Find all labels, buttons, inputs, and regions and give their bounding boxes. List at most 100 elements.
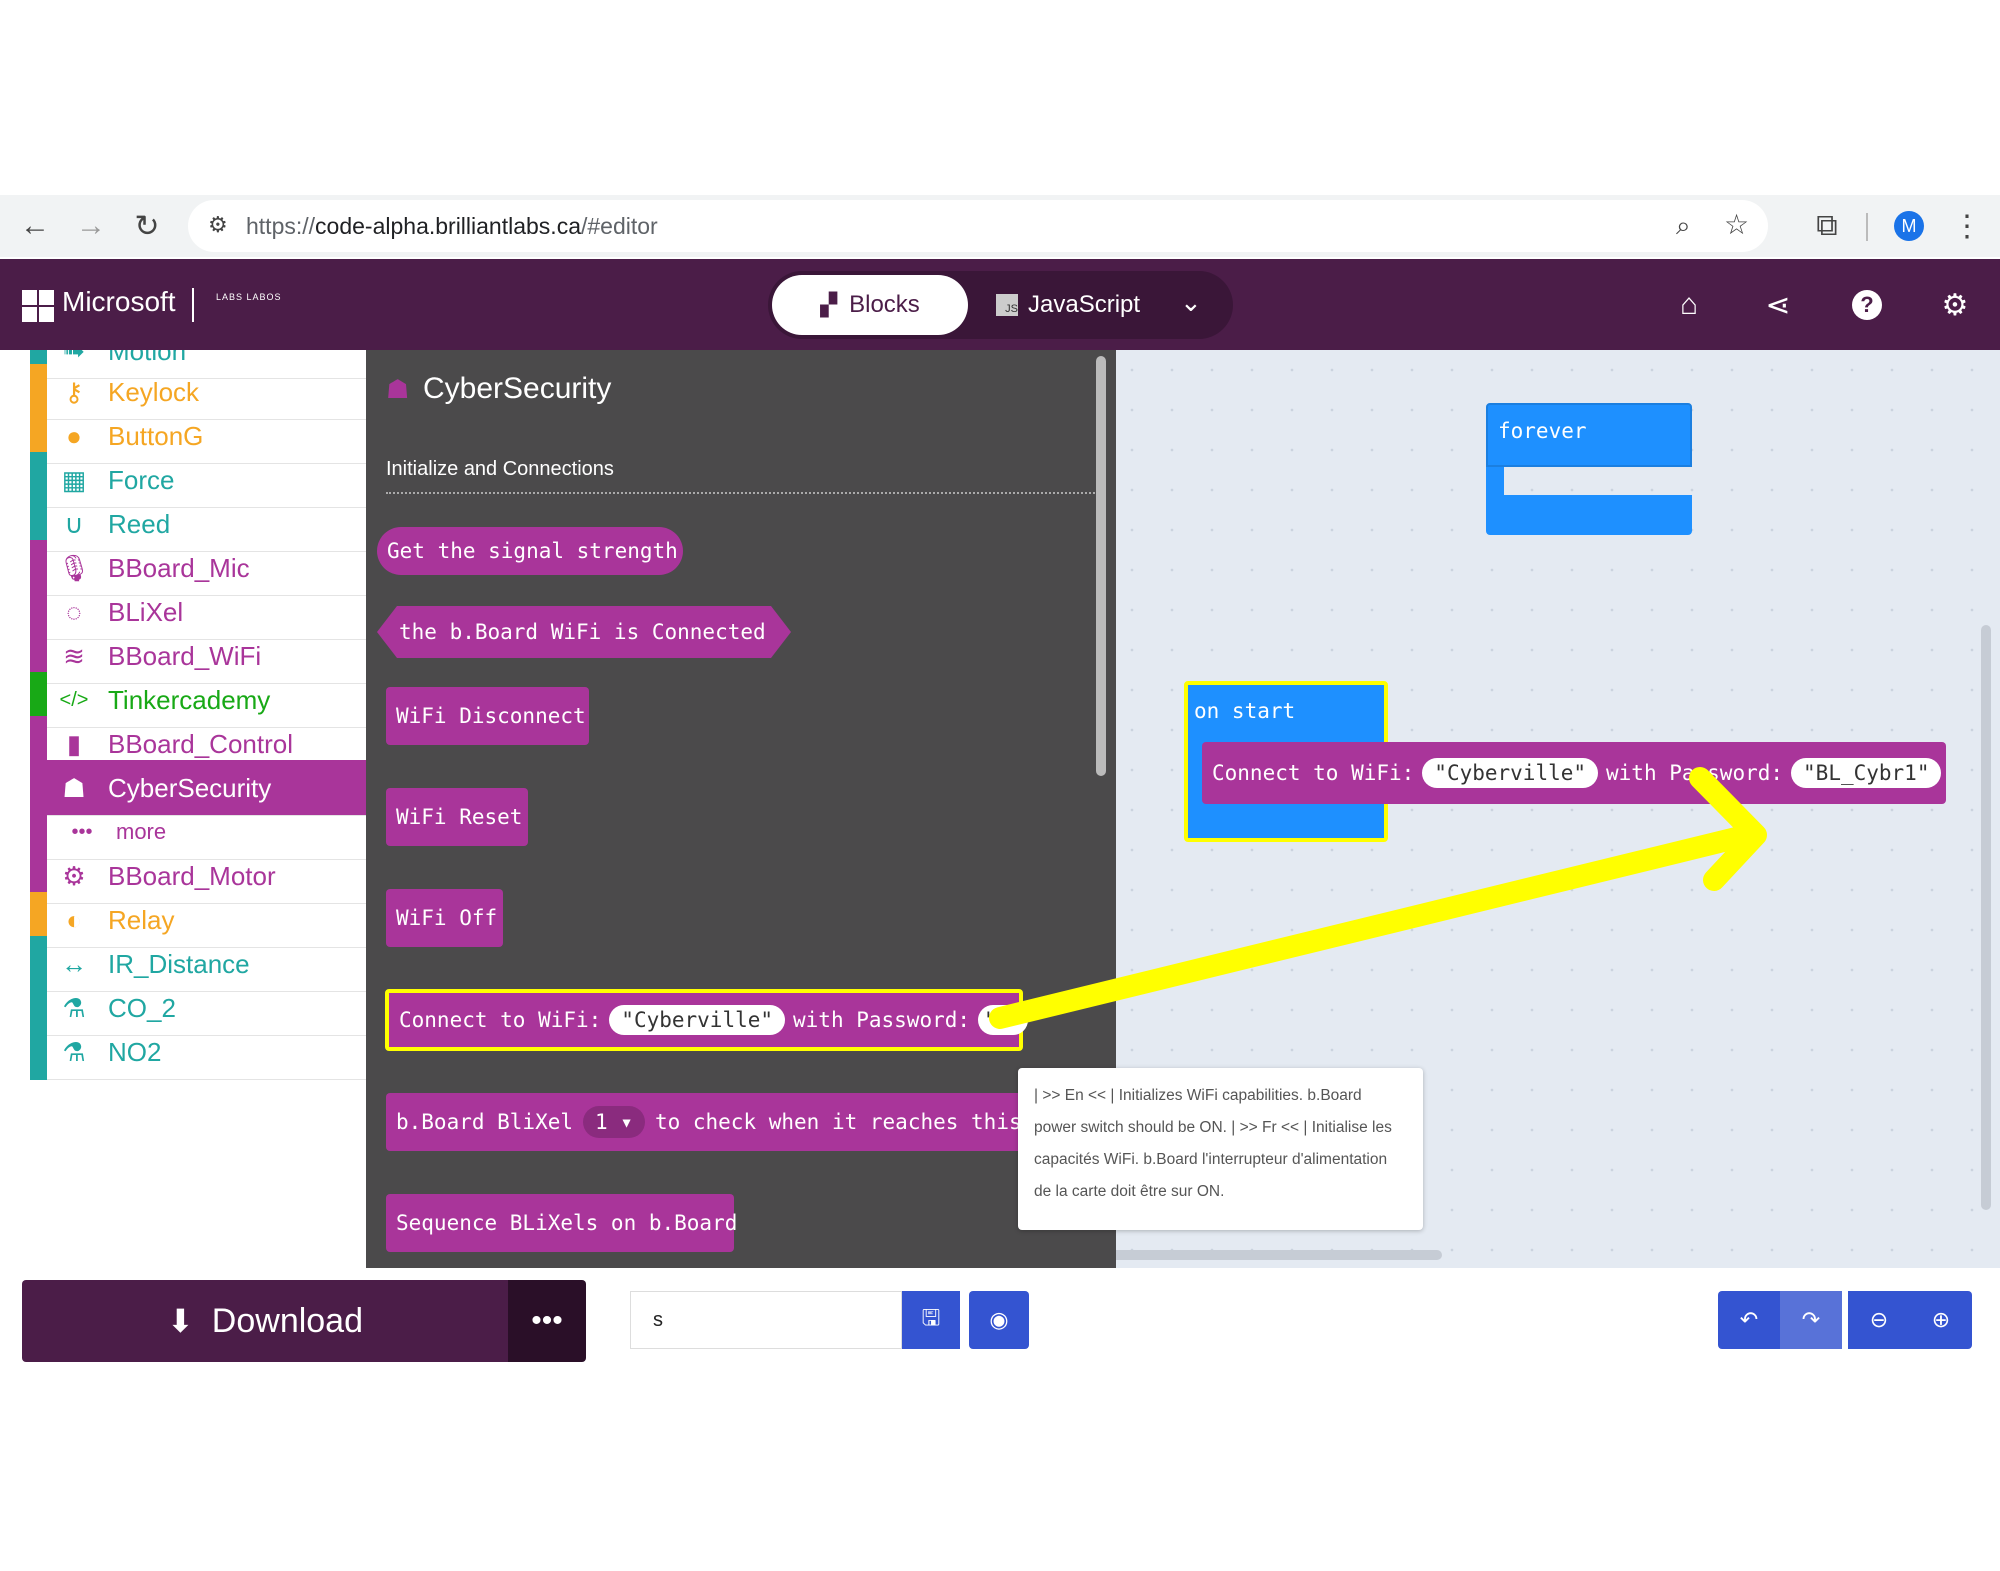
blocks-flyout: ☗ CyberSecurity Initialize and Connectio… xyxy=(366,350,1116,1268)
sidebar-item-label: BBoard_Mic xyxy=(108,553,250,583)
category-color-bar xyxy=(30,1024,47,1080)
download-label: Download xyxy=(211,1301,364,1340)
project-name-input[interactable]: s xyxy=(630,1291,902,1349)
toggle-icon: ◐ xyxy=(66,904,82,935)
flask-icon: ⚗ xyxy=(62,1036,86,1067)
profile-avatar[interactable]: M xyxy=(1894,211,1924,241)
sidebar-item-label: BBoard_Control xyxy=(108,729,293,759)
site-settings-icon[interactable]: ⚙ xyxy=(208,212,228,238)
toolbar-divider xyxy=(1866,213,1868,241)
flyout-section-heading: Initialize and Connections xyxy=(386,458,614,480)
toolbox-sidebar: ➟ Motion ⚷ Keylock ● ButtonG ▦ Force ∪ Reed 🎙 BBoar… xyxy=(30,350,366,1268)
blixel-check-label: b.Board BliXel xyxy=(396,1110,574,1134)
password-label: with Password: xyxy=(1606,761,1784,785)
sidebar-item-no2[interactable]: ⚗ NO2 xyxy=(30,1024,366,1080)
sidebar-item-label: more xyxy=(116,819,167,844)
forever-block[interactable]: forever xyxy=(1486,403,1692,467)
flyout-title: CyberSecurity xyxy=(423,372,612,405)
flyout-scrollbar[interactable] xyxy=(1096,356,1106,776)
microsoft-logo-icon xyxy=(22,290,54,322)
zoom-out-icon[interactable]: ⊖ xyxy=(1848,1291,1910,1349)
undo-icon[interactable]: ↶ xyxy=(1718,1291,1780,1349)
sidebar-item-label: BBoard_WiFi xyxy=(108,641,262,671)
sidebar-item-label: IR_Distance xyxy=(108,949,250,979)
bookmark-star-icon[interactable]: ☆ xyxy=(1724,208,1749,241)
sequence-blixels-block[interactable]: Sequence BLiXels on b.Board xyxy=(386,1194,738,1252)
download-button[interactable]: ⬇ Download xyxy=(22,1280,508,1362)
github-icon[interactable]: ◉ xyxy=(969,1291,1029,1349)
sidebar-item-label: BLiXel xyxy=(108,597,184,627)
key-icon: ⚷ xyxy=(64,376,84,407)
sidebar-item-label: Tinkercademy xyxy=(108,685,271,715)
brand-name: Microsoft xyxy=(62,286,176,317)
back-icon[interactable]: ← xyxy=(18,209,52,243)
wifi-reset-block[interactable]: WiFi Reset xyxy=(386,788,528,846)
password-field[interactable]: "BL_Cybr1" xyxy=(1791,758,1942,788)
redo-icon[interactable]: ↷ xyxy=(1780,1291,1842,1349)
editor-mode-toggle: ▞ Blocks JS JavaScript ⌄ xyxy=(768,271,1233,339)
arrows-icon: ↔ xyxy=(61,948,87,979)
sidebar-item-label: BBoard_Motor xyxy=(108,861,276,891)
circle-icon: ● xyxy=(66,420,82,451)
reload-icon[interactable]: ↻ xyxy=(130,209,164,243)
gears-icon: ⚙ xyxy=(62,860,86,891)
wifi-is-connected-block[interactable]: the b.Board WiFi is Connected xyxy=(377,606,791,658)
tab-javascript-label: JavaScript xyxy=(1028,291,1141,318)
code-icon: </> xyxy=(59,688,89,711)
download-file-icon: ⬇ xyxy=(166,1303,194,1339)
sidebar-item-label: ButtonG xyxy=(108,421,204,451)
help-icon[interactable]: ? xyxy=(1847,285,1887,325)
connect-wifi-block[interactable]: Connect to WiFi: "Cyberville" with Passw… xyxy=(1202,742,1946,804)
tab-javascript[interactable]: JS JavaScript xyxy=(996,275,1176,335)
flyout-password-field[interactable]: " " xyxy=(978,1005,1028,1035)
chevron-down-icon[interactable]: ⌄ xyxy=(1180,287,1202,318)
grid-icon: ▦ xyxy=(61,464,87,495)
js-icon: JS xyxy=(996,294,1018,316)
workspace-vertical-scrollbar[interactable] xyxy=(1981,625,1991,1210)
wifi-off-block[interactable]: WiFi Off xyxy=(386,889,503,947)
zoom-icon[interactable]: ⌕ xyxy=(1676,210,1691,242)
address-bar[interactable]: ⚙ https://code-alpha.brilliantlabs.ca/#e… xyxy=(188,200,1768,252)
connect-wifi-flyout-block[interactable]: Connect to WiFi: "Cyberville" with Passw… xyxy=(385,989,1028,1051)
forever-block-footer xyxy=(1486,495,1692,535)
zoom-in-icon[interactable]: ⊕ xyxy=(1910,1291,1972,1349)
browser-menu-icon[interactable]: ⋮ xyxy=(1950,209,1984,243)
get-signal-strength-block[interactable]: Get the signal strength xyxy=(377,527,683,575)
ssid-field[interactable]: "Cyberville" xyxy=(1422,758,1599,788)
tab-blocks[interactable]: ▞ Blocks xyxy=(772,275,968,335)
blixel-check-block[interactable]: b.Board BliXel 1 ▾ to check when it reac… xyxy=(386,1093,1026,1151)
sidebar-item-label: NO2 xyxy=(108,1037,162,1067)
save-disk-icon[interactable]: 🖫 xyxy=(902,1291,960,1349)
sidebar-item-label: CO_2 xyxy=(108,993,176,1023)
chip-icon: ▮ xyxy=(66,728,82,759)
wifi-disconnect-label: WiFi Disconnect xyxy=(396,704,586,728)
on-start-label: on start xyxy=(1194,699,1296,723)
wifi-reset-label: WiFi Reset xyxy=(396,805,523,829)
blixel-number-dropdown[interactable]: 1 ▾ xyxy=(583,1106,645,1138)
sequence-blixels-label: Sequence BLiXels on b.Board xyxy=(396,1211,738,1235)
flyout-divider xyxy=(386,492,1106,494)
block-tooltip: | >> En << | Initializes WiFi capabiliti… xyxy=(1018,1068,1423,1230)
more-options-button[interactable]: ••• xyxy=(508,1280,586,1362)
home-icon[interactable]: ⌂ xyxy=(1669,285,1709,325)
header-divider xyxy=(192,288,194,322)
spy-icon: ☗ xyxy=(386,374,410,404)
microphone-icon: 🎙 xyxy=(57,552,91,583)
flyout-ssid-field[interactable]: "Cyberville" xyxy=(609,1005,786,1035)
forever-label: forever xyxy=(1498,419,1587,443)
extensions-icon[interactable]: ⧉ xyxy=(1810,209,1844,243)
sidebar-item-label: CyberSecurity xyxy=(108,773,272,803)
flyout-password-label: with Password: xyxy=(793,1008,971,1032)
share-icon[interactable]: ⋖ xyxy=(1758,285,1798,325)
wifi-disconnect-block[interactable]: WiFi Disconnect xyxy=(386,687,589,745)
forward-icon[interactable]: → xyxy=(74,209,108,243)
profile-initial: M xyxy=(1901,215,1917,236)
wifi-icon: ≋ xyxy=(63,640,85,671)
url-text: https://code-alpha.brilliantlabs.ca/#edi… xyxy=(246,212,658,239)
settings-gear-icon[interactable]: ⚙ xyxy=(1935,285,1975,325)
sidebar-item-label: Relay xyxy=(108,905,175,935)
blixel-check-label-2: to check when it reaches this xyxy=(654,1110,1022,1134)
tab-blocks-label: Blocks xyxy=(849,291,920,318)
flask-icon: ⚗ xyxy=(62,992,86,1023)
sidebar-item-label: Keylock xyxy=(108,377,200,407)
